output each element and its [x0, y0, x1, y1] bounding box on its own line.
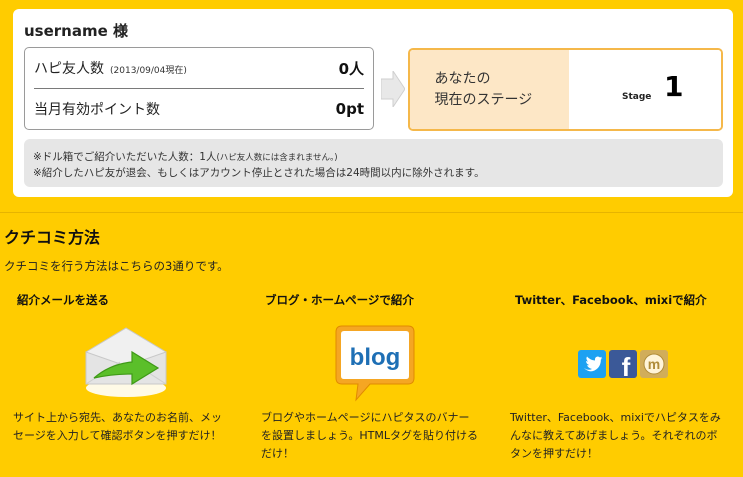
points-label: 当月有効ポイント数	[34, 102, 160, 118]
method-blog-desc-line: ブログやホームページにハピタスのバナー	[261, 411, 470, 424]
user-status-card: username 様 ハピ友人数 (2013/09/04現在) 0人 当月有効ポイ…	[13, 9, 733, 197]
username-heading: username 様	[24, 22, 129, 40]
method-sns-desc-line: んなに教えてあげましょう。それぞれのボ	[510, 429, 718, 442]
stage-label: あなたの 現在のステージ	[410, 50, 569, 129]
stage-number: 1	[664, 70, 684, 103]
method-email-desc-line: セージを入力して確認ボタンを押すだけ！	[13, 429, 222, 442]
section-divider	[0, 212, 743, 213]
blog-icon-text: blog	[350, 344, 401, 371]
friends-count-date: (2013/09/04現在)	[110, 66, 187, 76]
stage-label-line2: 現在のステージ	[434, 91, 533, 108]
points-value: 0pt	[335, 100, 364, 118]
stats-box: ハピ友人数 (2013/09/04現在) 0人 当月有効ポイント数 0pt	[24, 47, 374, 130]
method-sns-desc-line: タンを押すだけ！	[510, 447, 598, 460]
method-sns-title: Twitter、Facebook、mixiで紹介	[515, 293, 707, 307]
note-line-1-main: ※ドル箱でご紹介いただいた人数：1人	[33, 151, 217, 163]
twitter-icon[interactable]	[578, 350, 606, 378]
method-sns-desc: Twitter、Facebook、mixiでハピタスをみ んなに教えてあげましょ…	[510, 409, 721, 463]
friends-count-value: 0人	[338, 59, 364, 78]
points-row: 当月有効ポイント数 0pt	[34, 89, 364, 129]
method-blog-desc: ブログやホームページにハピタスのバナー を設置しましょう。HTMLタグを貼り付け…	[261, 409, 478, 463]
method-email-title: 紹介メールを送る	[17, 293, 109, 307]
blog-icon[interactable]: blog	[330, 324, 420, 404]
note-line-1: ※ドル箱でご紹介いただいた人数：1人(ハピ友人数には含まれません。)	[33, 150, 723, 166]
method-email-desc-line: サイト上から宛先、あなたのお名前、メッ	[13, 411, 222, 424]
stage-box: あなたの 現在のステージ Stage 1	[408, 48, 723, 131]
stage-label-line1: あなたの	[434, 70, 491, 87]
email-envelope-icon[interactable]	[80, 322, 172, 400]
method-sns-desc-line: Twitter、Facebook、mixiでハピタスをみ	[510, 411, 721, 424]
section-title: クチコミ方法	[4, 228, 101, 247]
mixi-icon-letter: m	[648, 356, 660, 372]
method-blog-desc-line: を設置しましょう。HTMLタグを貼り付ける	[261, 429, 478, 442]
friends-count-label: ハピ友人数	[34, 61, 104, 77]
facebook-icon[interactable]: f	[609, 350, 637, 378]
method-email-desc: サイト上から宛先、あなたのお名前、メッ セージを入力して確認ボタンを押すだけ！	[13, 409, 222, 445]
method-blog-title: ブログ・ホームページで紹介	[265, 293, 414, 307]
method-blog-desc-line: だけ！	[261, 447, 294, 460]
stage-word: Stage	[622, 92, 652, 102]
section-description: クチコミを行う方法はこちらの3通りです。	[4, 259, 229, 273]
mixi-icon[interactable]: m	[640, 350, 668, 378]
friends-count-row: ハピ友人数 (2013/09/04現在) 0人	[34, 48, 364, 89]
facebook-icon-letter: f	[622, 352, 631, 378]
note-line-1-small: (ハピ友人数には含まれません。)	[216, 153, 338, 163]
stage-value-panel: Stage 1	[569, 50, 721, 129]
arrow-right-icon	[381, 71, 405, 107]
notes-box: ※ドル箱でご紹介いただいた人数：1人(ハピ友人数には含まれません。) ※紹介した…	[24, 139, 723, 187]
note-line-2: ※紹介したハピ友が退会、もしくはアカウント停止とされた場合は24時間以内に除外さ…	[33, 167, 485, 179]
